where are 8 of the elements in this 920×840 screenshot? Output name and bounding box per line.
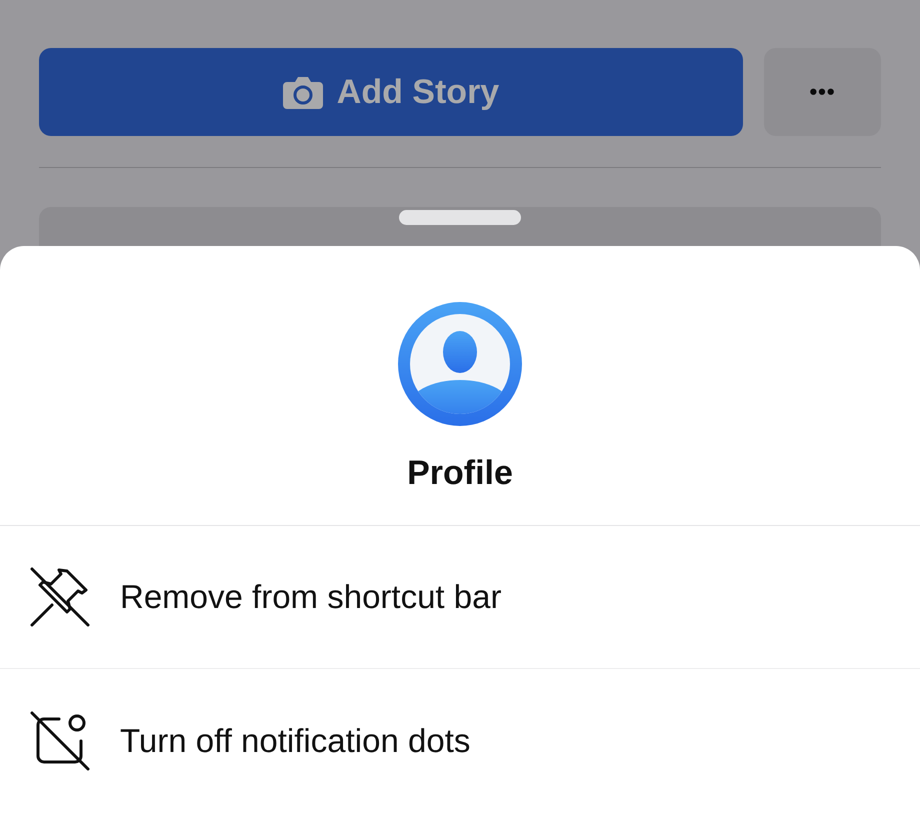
crossed-notification-icon — [30, 710, 90, 770]
sheet-handle[interactable] — [399, 210, 521, 225]
crossed-pin-icon — [30, 567, 90, 627]
camera-icon — [282, 75, 323, 109]
profile-avatar-icon — [398, 302, 522, 426]
sheet-title: Profile — [407, 454, 513, 493]
add-story-button[interactable]: Add Story — [39, 48, 743, 136]
more-button[interactable]: ••• — [764, 48, 881, 136]
